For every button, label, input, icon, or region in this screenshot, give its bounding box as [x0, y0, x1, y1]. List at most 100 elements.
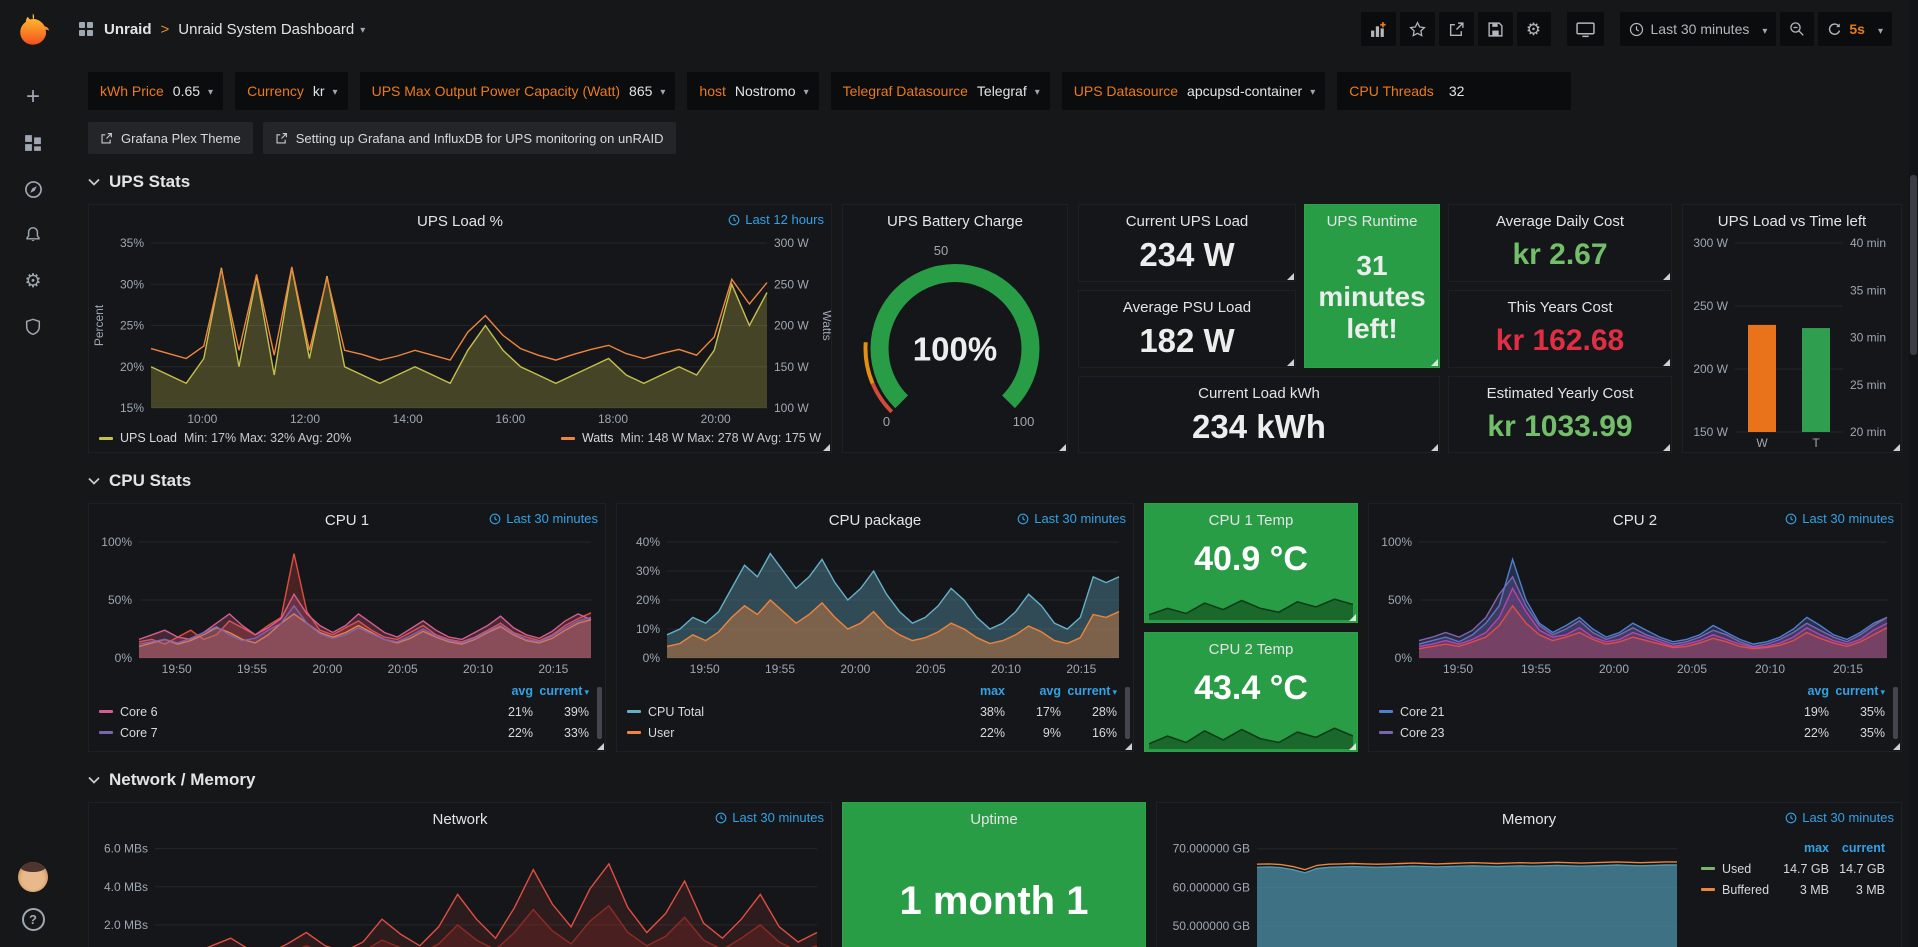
panel-timerange[interactable]: Last 12 hours	[728, 212, 824, 227]
legend-scrollbar[interactable]	[1893, 687, 1898, 739]
panel-title[interactable]: Uptime	[970, 811, 1018, 828]
section-header-cpu-stats[interactable]: CPU Stats	[88, 471, 1902, 491]
star-button[interactable]	[1400, 12, 1435, 46]
section-header-network-memory[interactable]: Network / Memory	[88, 770, 1902, 790]
server-admin-shield-icon[interactable]	[12, 307, 54, 347]
resize-handle[interactable]	[1893, 444, 1900, 451]
panel-title[interactable]: UPS Load vs Time left	[1718, 213, 1866, 230]
resize-handle[interactable]	[1125, 743, 1132, 750]
panel-title[interactable]: UPS Load %	[417, 213, 503, 230]
panel-title[interactable]: Network	[432, 811, 487, 828]
variable-ups-max-output[interactable]: UPS Max Output Power Capacity (Watt) 865	[360, 72, 676, 110]
legend-col-current[interactable]: current	[1829, 684, 1885, 698]
resize-handle[interactable]	[1663, 273, 1670, 280]
resize-handle[interactable]	[1287, 359, 1294, 366]
cpu-package-chart[interactable]: 40%30%20%10%0%19:5019:5520:0020:0520:102…	[617, 532, 1133, 678]
help-icon[interactable]: ?	[22, 908, 45, 931]
page-scrollbar[interactable]	[1909, 0, 1918, 947]
legend-col-current[interactable]: current	[1061, 684, 1117, 698]
resize-handle[interactable]	[1431, 444, 1438, 451]
panel-title[interactable]: UPS Battery Charge	[887, 213, 1023, 230]
resize-handle[interactable]	[597, 743, 604, 750]
dashboard-title[interactable]: Unraid System Dashboard	[178, 21, 354, 38]
panel-title[interactable]: UPS Runtime	[1327, 213, 1418, 230]
resize-handle[interactable]	[1059, 444, 1066, 451]
create-plus-icon[interactable]: +	[12, 77, 54, 117]
breadcrumb-app[interactable]: Unraid	[104, 21, 152, 38]
panel-title[interactable]: Current Load kWh	[1198, 385, 1320, 402]
panel-title[interactable]: CPU 2 Temp	[1209, 641, 1294, 658]
section-header-ups-stats[interactable]: UPS Stats	[88, 172, 1902, 192]
legend-col-max[interactable]: max	[1773, 841, 1829, 855]
add-panel-button[interactable]	[1361, 12, 1396, 46]
panel-title[interactable]: This Years Cost	[1507, 299, 1612, 316]
panel-timerange[interactable]: Last 30 minutes	[489, 511, 598, 526]
chevron-down-icon[interactable]	[354, 20, 365, 38]
panel-timerange[interactable]: Last 30 minutes	[1785, 810, 1894, 825]
panel-timerange[interactable]: Last 30 minutes	[1785, 511, 1894, 526]
memory-chart[interactable]: 70.000000 GB60.000000 GB50.000000 GB	[1157, 831, 1691, 947]
legend-col-avg[interactable]: avg	[1005, 684, 1061, 698]
link-grafana-plex-theme[interactable]: Grafana Plex Theme	[88, 122, 253, 154]
configuration-gear-icon[interactable]: ⚙	[12, 261, 54, 301]
panel-title[interactable]: Average PSU Load	[1123, 299, 1251, 316]
panel-title[interactable]: Average Daily Cost	[1496, 213, 1624, 230]
legend-item-watts[interactable]: WattsMin: 148 W Max: 278 W Avg: 175 W	[561, 431, 821, 445]
panel-title[interactable]: CPU 1 Temp	[1209, 512, 1294, 529]
time-picker-button[interactable]: Last 30 minutes	[1620, 12, 1777, 46]
variable-ups-datasource[interactable]: UPS Datasource apcupsd-container	[1062, 72, 1326, 110]
legend-col-avg[interactable]: avg	[477, 684, 533, 698]
dashboards-icon[interactable]	[12, 123, 54, 163]
legend-col-current[interactable]: current	[1829, 841, 1885, 855]
svg-text:50%: 50%	[108, 593, 132, 607]
refresh-button[interactable]: 5s	[1818, 12, 1892, 46]
legend-item-ups-load[interactable]: UPS LoadMin: 17% Max: 32% Avg: 20%	[99, 431, 351, 445]
variable-telegraf-datasource[interactable]: Telegraf Datasource Telegraf	[831, 72, 1050, 110]
cpu-threads-input[interactable]: 32	[1441, 72, 1561, 110]
dashboard-settings-button[interactable]: ⚙	[1517, 12, 1551, 46]
legend-col-current[interactable]: current	[533, 684, 589, 698]
variable-host[interactable]: host Nostromo	[687, 72, 818, 110]
resize-handle[interactable]	[1287, 273, 1294, 280]
cycle-view-button[interactable]	[1567, 12, 1604, 46]
share-button[interactable]	[1439, 12, 1474, 46]
resize-handle[interactable]	[823, 444, 830, 451]
panel-timerange[interactable]: Last 30 minutes	[1017, 511, 1126, 526]
legend-scrollbar[interactable]	[1125, 687, 1130, 739]
resize-handle[interactable]	[1893, 743, 1900, 750]
resize-handle[interactable]	[1663, 359, 1670, 366]
cpu2-temp-sparkline	[1149, 723, 1353, 749]
scrollbar-thumb[interactable]	[1910, 175, 1917, 355]
panel-title[interactable]: Estimated Yearly Cost	[1487, 385, 1634, 402]
alerting-bell-icon[interactable]	[12, 215, 54, 255]
panel-title[interactable]: CPU 2	[1613, 512, 1657, 529]
resize-handle[interactable]	[1349, 614, 1356, 621]
panel-title[interactable]: CPU package	[829, 512, 922, 529]
panel-title[interactable]: Memory	[1502, 811, 1556, 828]
apps-grid-icon[interactable]	[78, 21, 94, 37]
user-avatar[interactable]	[18, 862, 48, 892]
panel-title[interactable]: Current UPS Load	[1126, 213, 1249, 230]
cpu2-chart[interactable]: 100%50%0%19:5019:5520:0020:0520:1020:15	[1369, 532, 1901, 678]
gear-icon: ⚙	[1526, 21, 1541, 38]
explore-compass-icon[interactable]	[12, 169, 54, 209]
grafana-logo-icon[interactable]	[14, 10, 52, 48]
zoom-out-button[interactable]	[1780, 12, 1814, 46]
ups-load-chart[interactable]: 35%30%25%20%15%Percent300 W250 W200 W150…	[89, 233, 831, 428]
resize-handle[interactable]	[1663, 444, 1670, 451]
save-button[interactable]	[1478, 12, 1513, 46]
network-chart[interactable]: 6.0 MBs4.0 MBs2.0 MBs	[89, 831, 831, 947]
legend-scrollbar[interactable]	[597, 687, 602, 739]
legend-col-max[interactable]: max	[949, 684, 1005, 698]
ups-load-vs-time-chart[interactable]: 300 W250 W200 W150 W40 min35 min30 min25…	[1683, 233, 1901, 452]
link-ups-monitoring-guide[interactable]: Setting up Grafana and InfluxDB for UPS …	[263, 122, 676, 154]
panel-title[interactable]: CPU 1	[325, 512, 369, 529]
resize-handle[interactable]	[1349, 743, 1356, 750]
variable-currency[interactable]: Currency kr	[235, 72, 348, 110]
resize-handle[interactable]	[1431, 359, 1438, 366]
variable-kwh-price[interactable]: kWh Price 0.65	[88, 72, 223, 110]
legend-col-avg[interactable]: avg	[1773, 684, 1829, 698]
svg-text:300 W: 300 W	[1693, 236, 1728, 250]
cpu1-chart[interactable]: 100%50%0%19:5019:5520:0020:0520:1020:15	[89, 532, 605, 678]
panel-timerange[interactable]: Last 30 minutes	[715, 810, 824, 825]
